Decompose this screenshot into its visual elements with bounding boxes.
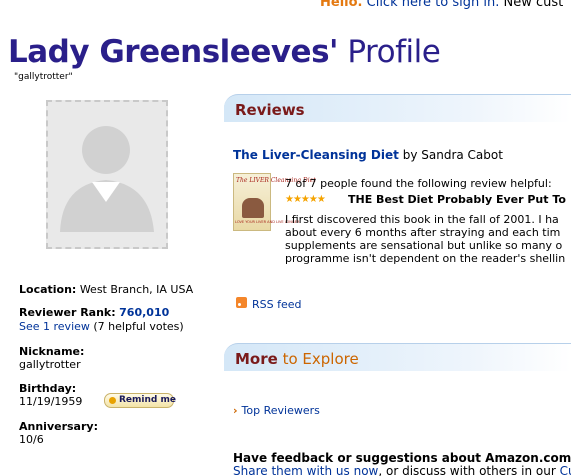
review-text-line: supplements are sensational but unlike s… [285, 239, 563, 252]
book-title-link[interactable]: The Liver-Cleansing Diet [233, 148, 399, 162]
nickname-label: Nickname: [19, 345, 85, 358]
reminder-icon [109, 397, 116, 404]
customer-discussions-link[interactable]: Cust [560, 464, 571, 476]
see-reviews-link[interactable]: See 1 review [19, 320, 90, 333]
top-greeting-bar: Hello. Click here to sign in. New cust [0, 0, 571, 10]
rss-feed-link[interactable]: RSS feed [252, 298, 302, 311]
feedback-question: Have feedback or suggestions about Amazo… [233, 451, 571, 465]
feedback-line: Share them with us now, or discuss with … [233, 464, 571, 476]
anniversary-value: 10/6 [19, 433, 44, 446]
reviews-section-header: Reviews [224, 94, 571, 122]
hello-text: Hello. [320, 0, 363, 10]
new-customer-text: New cust [503, 0, 564, 10]
location-value: West Branch, IA USA [79, 283, 194, 296]
explore-heading: More to Explore [235, 350, 359, 368]
helpful-votes: (7 helpful votes) [93, 320, 184, 333]
reviewed-book: The Liver-Cleansing Diet by Sandra Cabot [233, 148, 503, 162]
remind-me-label: Remind me [119, 395, 176, 405]
profile-name: Lady Greensleeves' [8, 34, 339, 70]
location-label: Location: [19, 283, 77, 296]
top-reviewers-item[interactable]: › Top Reviewers [233, 404, 320, 417]
review-text-line: programme isn't dependent on the reader'… [285, 252, 566, 265]
share-feedback-link[interactable]: Share them with us now [233, 464, 378, 476]
birthday-label: Birthday: [19, 382, 77, 395]
cover-subtitle: LOVE YOUR LIVER AND LIVE LONGER [235, 220, 300, 224]
cover-photo [242, 198, 264, 218]
explore-section-header: More to Explore [224, 343, 571, 371]
book-author: by Sandra Cabot [402, 148, 503, 162]
cover-title: The LIVER Cleansing Diet [236, 177, 316, 184]
helpful-count: 7 of 7 people found the following review… [285, 177, 552, 190]
page-title: Lady Greensleeves' Profile [8, 34, 441, 70]
default-user-icon [60, 126, 154, 232]
sign-in-link[interactable]: Click here to sign in. [367, 0, 500, 10]
nickname-value: gallytrotter [19, 358, 81, 371]
star-rating-icon: ★★★★★ [285, 194, 326, 205]
top-reviewers-link[interactable]: Top Reviewers [242, 404, 320, 417]
review-text-line: about every 6 months after straying and … [285, 226, 561, 239]
profile-nickname: "gallytrotter" [14, 72, 73, 82]
explore-heading-bold: More [235, 350, 278, 368]
chevron-right-icon: › [233, 404, 238, 417]
review-headline: THE Best Diet Probably Ever Put To [348, 193, 566, 206]
explore-heading-rest: to Explore [282, 350, 359, 368]
rank-value: 760,010 [119, 306, 170, 319]
birthday-value: 11/19/1959 [19, 395, 83, 408]
avatar [46, 100, 168, 249]
review-count-row: See 1 review (7 helpful votes) [19, 320, 184, 333]
reviewer-rank-row: Reviewer Rank: 760,010 [19, 306, 169, 319]
anniversary-label: Anniversary: [19, 420, 98, 433]
location-row: Location: West Branch, IA USA [19, 283, 193, 296]
feedback-rest: , or discuss with others in our [378, 464, 556, 476]
rss-icon[interactable] [236, 297, 247, 308]
book-cover-image[interactable]: The LIVER Cleansing Diet LOVE YOUR LIVER… [233, 173, 316, 231]
reviews-heading: Reviews [235, 101, 305, 119]
rank-label: Reviewer Rank: [19, 306, 116, 319]
review-text-line: I first discovered this book in the fall… [285, 213, 559, 226]
remind-me-button[interactable]: Remind me [104, 393, 176, 408]
profile-title-suffix: Profile [347, 34, 441, 70]
